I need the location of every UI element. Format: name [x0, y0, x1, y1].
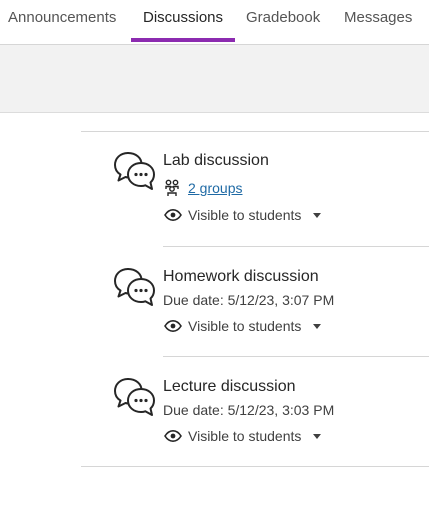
visibility-label: Visible to students	[188, 428, 302, 444]
discussion-title[interactable]: Lecture discussion	[163, 378, 296, 396]
discussion-bubbles-icon	[114, 268, 155, 306]
tab-announcements[interactable]: Announcements	[8, 0, 116, 42]
discussion-title[interactable]: Homework discussion	[163, 268, 319, 286]
tab-messages[interactable]: Messages	[344, 0, 412, 42]
visibility-dropdown[interactable]: Visible to students	[164, 426, 324, 446]
visibility-dropdown[interactable]: Visible to students	[164, 316, 324, 336]
groups-row: 2 groups	[164, 178, 284, 198]
visibility-label: Visible to students	[188, 207, 302, 223]
discussion-bubbles-icon	[114, 152, 155, 190]
groups-link[interactable]: 2 groups	[188, 178, 242, 198]
list-divider	[81, 131, 429, 132]
visibility-dropdown[interactable]: Visible to students	[164, 205, 324, 225]
course-tabs: Announcements Discussions Gradebook Mess…	[0, 0, 429, 45]
eye-icon	[164, 209, 182, 221]
eye-icon	[164, 430, 182, 442]
list-divider	[163, 356, 429, 357]
toolbar-area	[0, 45, 429, 113]
caret-down-icon	[313, 434, 321, 439]
due-date: Due date: 5/12/23, 3:03 PM	[163, 402, 335, 418]
due-date: Due date: 5/12/23, 3:07 PM	[163, 292, 335, 308]
discussion-bubbles-icon	[114, 378, 155, 416]
groups-icon	[165, 179, 179, 196]
caret-down-icon	[313, 324, 321, 329]
visibility-label: Visible to students	[188, 318, 302, 334]
caret-down-icon	[313, 213, 321, 218]
discussion-title[interactable]: Lab discussion	[163, 152, 269, 170]
tab-discussions[interactable]: Discussions	[130, 0, 236, 42]
list-divider	[81, 466, 429, 467]
tab-gradebook[interactable]: Gradebook	[246, 0, 320, 42]
eye-icon	[164, 320, 182, 332]
list-divider	[163, 246, 429, 247]
